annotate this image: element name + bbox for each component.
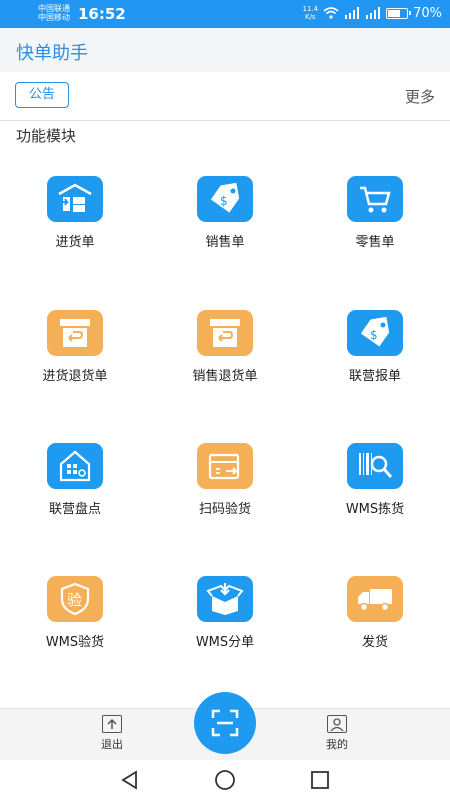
app-title: 快单助手 (16, 43, 88, 64)
section-title: 功能模块 (16, 127, 77, 145)
module-wms-picking[interactable]: WMS拣货 (300, 437, 450, 517)
module-scan-inspect[interactable]: 扫码验货 (150, 437, 300, 517)
module-label: 销售退货单 (192, 369, 258, 384)
app-header: 快单助手 (0, 28, 450, 72)
module-joint-report[interactable]: $ 联营报单 (300, 304, 450, 384)
carrier-1: 中国联通 (38, 4, 70, 13)
battery-percent: 70% (413, 5, 442, 21)
tab-logout[interactable]: 退出 (82, 715, 142, 752)
warehouse-inbound-icon (47, 176, 103, 222)
wifi-icon (323, 7, 339, 19)
shield-verify-icon: 验 (47, 576, 103, 622)
price-tag-icon: $ (197, 176, 253, 222)
module-retail-order[interactable]: 零售单 (300, 170, 450, 250)
back-icon[interactable] (118, 768, 142, 792)
module-purchase-return[interactable]: 进货退货单 (0, 304, 150, 384)
signal-icon (366, 7, 381, 19)
module-sales-order[interactable]: $ 销售单 (150, 170, 300, 250)
barcode-search-icon (347, 443, 403, 489)
home-icon[interactable] (213, 768, 237, 792)
return-box-icon (47, 310, 103, 356)
user-icon (327, 715, 347, 733)
signal-icon (345, 7, 360, 19)
tab-mine[interactable]: 我的 (307, 715, 367, 752)
system-nav-bar (0, 760, 450, 800)
module-label: 联营盘点 (48, 502, 101, 517)
module-joint-inventory[interactable]: 联营盘点 (0, 437, 150, 517)
carrier-2: 中国移动 (38, 13, 70, 22)
carrier-info: 中国联通 中国移动 (38, 4, 70, 22)
notice-button[interactable]: 公告 (15, 82, 69, 108)
return-box-icon (197, 310, 253, 356)
network-speed: 11.4 K/s (302, 5, 319, 21)
notice-bar: 公告 更多 (0, 80, 450, 121)
status-bar: 中国联通 中国移动 16:52 11.4 K/s 70% (0, 0, 450, 28)
svg-text:$: $ (370, 328, 378, 342)
module-shipping[interactable]: 发货 (300, 570, 450, 650)
module-purchase-order[interactable]: 进货单 (0, 170, 150, 250)
tab-mine-label: 我的 (326, 738, 348, 751)
module-sales-return[interactable]: 销售退货单 (150, 304, 300, 384)
svg-text:验: 验 (67, 591, 82, 609)
status-indicators: 11.4 K/s 70% (303, 5, 443, 21)
scan-frame-icon (211, 709, 239, 737)
scan-box-icon (197, 443, 253, 489)
battery-icon (386, 7, 412, 19)
module-wms-split[interactable]: WMS分单 (150, 570, 300, 650)
module-label: 零售单 (355, 235, 395, 250)
open-box-icon (197, 576, 253, 622)
module-label: 发货 (361, 635, 388, 650)
delivery-truck-icon (347, 576, 403, 622)
module-label: WMS分单 (195, 635, 255, 650)
module-label: WMS验货 (45, 635, 105, 650)
upload-exit-icon (102, 715, 122, 733)
recents-icon[interactable] (308, 768, 332, 792)
module-label: 扫码验货 (198, 502, 251, 517)
price-tag-icon: $ (347, 310, 403, 356)
status-time: 16:52 (78, 5, 126, 23)
more-link[interactable]: 更多 (405, 86, 435, 107)
svg-text:$: $ (220, 194, 228, 208)
module-label: 进货退货单 (42, 369, 108, 384)
tab-logout-label: 退出 (101, 738, 123, 751)
module-label: 联营报单 (348, 369, 401, 384)
module-wms-inspect[interactable]: 验 WMS验货 (0, 570, 150, 650)
module-label: 进货单 (55, 235, 95, 250)
module-label: WMS拣货 (345, 502, 405, 517)
shopping-cart-icon (347, 176, 403, 222)
scan-button[interactable] (194, 692, 256, 754)
house-inventory-icon (47, 443, 103, 489)
module-label: 销售单 (205, 235, 245, 250)
